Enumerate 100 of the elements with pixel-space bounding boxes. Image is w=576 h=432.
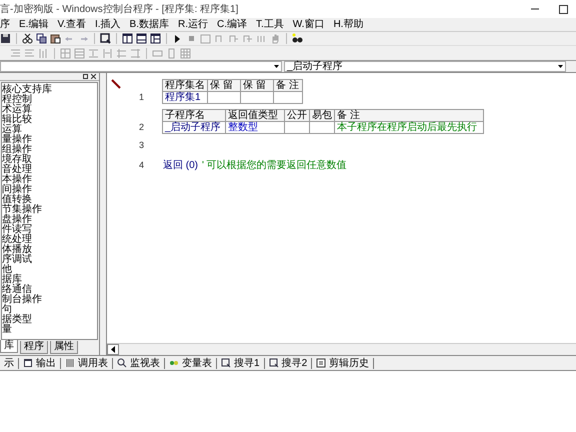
library-item[interactable]: 句 (2, 305, 97, 315)
menu-item[interactable]: E.编辑 (19, 17, 48, 32)
library-item[interactable]: 辑比较 (2, 115, 97, 125)
library-item[interactable]: 量操作 (2, 135, 97, 145)
menu-item[interactable]: R.运行 (178, 17, 208, 32)
save-icon[interactable] (0, 33, 11, 44)
line-number: 3 (139, 139, 146, 152)
table-cell: 本子程序在程序启动后最先执行 (334, 121, 484, 134)
document-icon (316, 358, 326, 368)
bottom-tab[interactable]: 搜寻1 (217, 358, 265, 368)
library-item[interactable]: 他 (2, 265, 97, 275)
column-header: 备 注 (273, 79, 303, 92)
step-icon[interactable] (242, 33, 253, 44)
search-icon (117, 358, 127, 368)
spacing-icon[interactable] (102, 48, 113, 58)
menu-item[interactable]: B.数据库 (130, 17, 169, 32)
column-header: 保 留 (240, 79, 274, 92)
align-icon[interactable] (24, 48, 35, 58)
center-icon[interactable] (152, 48, 163, 58)
bottom-tab[interactable]: 剪辑历史 (312, 358, 374, 368)
library-item[interactable]: 制台操作 (2, 295, 97, 305)
library-item[interactable]: 量 (2, 325, 97, 335)
scroll-left-button[interactable] (107, 344, 119, 355)
window-title: 言-加密狗版 - Windows控制台程序 - [程序集: 程序集1] (0, 2, 238, 16)
library-item[interactable]: 本操作 (2, 175, 97, 185)
table-cell: 程序集1 (162, 91, 208, 104)
bottom-tab[interactable]: 输出 (19, 358, 61, 368)
panel-tab[interactable]: 库 (0, 340, 18, 353)
pencil-icon (111, 79, 121, 89)
bottom-tab[interactable]: 示 (0, 358, 19, 368)
output-icon (23, 358, 33, 368)
paste-icon[interactable] (50, 33, 61, 44)
library-item[interactable]: 音处理 (2, 165, 97, 175)
align-icon[interactable] (38, 48, 49, 58)
binoculars-icon[interactable] (292, 33, 303, 44)
library-item[interactable]: 程控制 (2, 95, 97, 105)
window-layout-icon[interactable] (136, 33, 147, 44)
grid-icon[interactable] (74, 48, 85, 58)
maximize-icon[interactable] (559, 4, 568, 14)
menu-item[interactable]: T.工具 (256, 17, 284, 32)
minimize-icon[interactable] (531, 8, 539, 10)
menu-item[interactable]: I.插入 (94, 17, 121, 32)
line-number: 2 (139, 120, 146, 134)
library-item[interactable]: 络通信 (2, 285, 97, 295)
library-item[interactable]: 术运算 (2, 105, 97, 115)
library-item[interactable]: 序调试 (2, 255, 97, 265)
center-icon[interactable] (166, 48, 177, 58)
grid-icon[interactable] (60, 48, 71, 58)
scissors-icon[interactable] (22, 33, 33, 44)
step-icon[interactable] (228, 33, 239, 44)
subroutine-dropdown[interactable]: _启动子程序 (284, 61, 566, 72)
column-header: 保 留 (207, 79, 241, 92)
spacing-icon[interactable] (130, 48, 141, 58)
menu-item[interactable]: W.窗口 (292, 17, 324, 32)
spacing-icon[interactable] (116, 48, 127, 58)
library-item[interactable]: 体播放 (2, 245, 97, 255)
menu-item[interactable]: V.查看 (57, 17, 86, 32)
library-item[interactable]: 节集操作 (2, 205, 97, 215)
grid-icon[interactable] (180, 48, 191, 58)
table-cell: _启动子程序 (162, 121, 226, 134)
library-item[interactable]: 据类型 (2, 315, 97, 325)
empty-cell (273, 91, 303, 104)
menu-item[interactable]: C.编译 (217, 17, 247, 32)
bottom-tab[interactable]: 搜寻2 (264, 358, 312, 368)
library-item[interactable]: 组操作 (2, 145, 97, 155)
library-item[interactable]: 值转换 (2, 195, 97, 205)
bottom-tab[interactable]: 监视表 (113, 358, 165, 368)
panel-tab[interactable]: 属性 (50, 341, 78, 354)
window-icon[interactable] (200, 33, 211, 44)
left-arrow-icon (110, 346, 116, 353)
spacing-icon[interactable] (88, 48, 99, 58)
code-statement: 返回 (0) (163, 158, 198, 172)
library-item[interactable]: 境存取 (2, 155, 97, 165)
window-layout-icon[interactable] (150, 33, 161, 44)
bottom-tab[interactable]: 调用表 (61, 358, 113, 368)
window-layout-icon[interactable] (122, 33, 133, 44)
bottom-tab[interactable]: 变量表 (165, 358, 217, 368)
column-header: 子程序名 (162, 109, 226, 122)
library-item[interactable]: 核心支持库 (2, 85, 97, 95)
list-icon (65, 358, 75, 368)
align-icon[interactable] (10, 48, 21, 58)
restore-icon[interactable] (83, 74, 88, 79)
line-number: 4 (139, 159, 146, 172)
panel-tab[interactable]: 程序 (20, 341, 48, 354)
library-item[interactable]: 盘操作 (2, 215, 97, 225)
library-item[interactable]: 件读写 (2, 225, 97, 235)
close-icon[interactable] (91, 74, 96, 79)
find-icon[interactable] (100, 33, 111, 44)
column-header: 备 注 (334, 109, 484, 122)
library-item[interactable]: 统处理 (2, 235, 97, 245)
hand-icon[interactable] (270, 33, 281, 44)
copy-icon[interactable] (36, 33, 47, 44)
step-icon[interactable] (256, 33, 267, 44)
library-item[interactable]: 据库 (2, 275, 97, 285)
menu-item[interactable]: H.帮助 (333, 17, 364, 32)
library-item[interactable]: 运算 (2, 125, 97, 135)
column-header: 返回值类型 (225, 109, 285, 122)
library-item[interactable]: 间操作 (2, 185, 97, 195)
menu-item[interactable]: 序 (0, 17, 10, 32)
column-header: 程序集名 (162, 79, 208, 92)
